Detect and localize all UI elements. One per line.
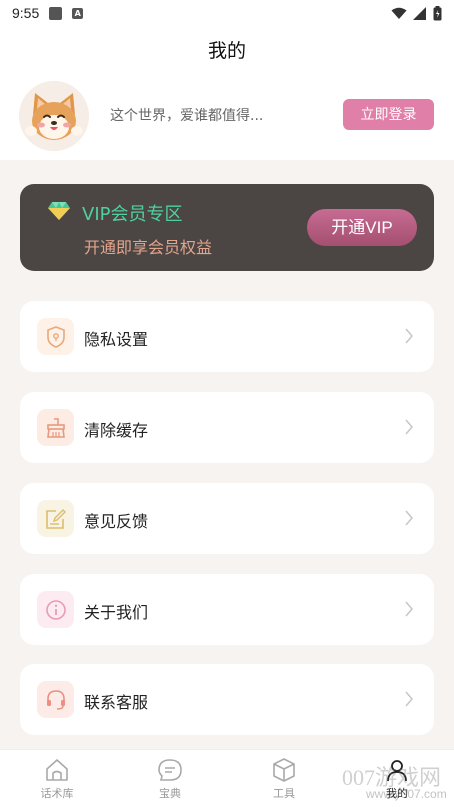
menu-label-about: 关于我们 [84,603,149,622]
battery-icon [433,5,442,20]
menu-icon-box [37,591,74,628]
diamond-icon [48,202,70,220]
nav-label: 工具 [273,787,295,800]
notification-square-icon [49,6,63,20]
nav-tab-tools[interactable]: 工具 [254,758,314,801]
menu-item-clear-cache[interactable]: 清除缓存 [20,392,434,463]
notification-a-icon: A [72,7,84,19]
vip-card[interactable]: VIP会员专区 开通即享会员权益 开通VIP [20,184,434,271]
status-indicators [391,5,442,21]
menu-item-feedback[interactable]: 意见反馈 [20,483,434,554]
vip-title: VIP会员专区 [82,204,183,225]
nav-tab-script-library[interactable]: 话术库 [27,758,87,801]
chevron-right-icon [405,510,414,526]
menu-item-customer-service[interactable]: 联系客服 [20,664,434,735]
info-icon [45,599,66,620]
home-icon [46,759,68,781]
login-button[interactable]: 立即登录 [343,99,434,130]
chevron-right-icon [405,691,414,707]
nav-label: 话术库 [40,787,74,800]
edit-icon [45,508,66,529]
wifi-icon [391,7,407,19]
chevron-right-icon [405,328,414,344]
menu-icon-box [37,681,74,718]
nav-tab-handbook[interactable]: 宝典 [140,758,200,801]
menu-icon-box [37,409,74,446]
watermark-url: www.y007.com [366,787,447,801]
cube-icon [273,758,295,782]
menu-icon-box [37,500,74,537]
chevron-right-icon [405,419,414,435]
shield-icon [46,325,65,348]
open-vip-button[interactable]: 开通VIP [307,209,417,246]
nav-label: 宝典 [159,787,181,800]
shiba-avatar-icon [19,81,89,151]
page-title: 我的 [207,40,246,62]
profile-header: 我的 这个世界，爱谁都值得... 立即登录 [0,26,454,160]
signal-icon [413,6,426,20]
menu-label-clear-cache: 清除缓存 [84,421,149,440]
chevron-right-icon [405,601,414,617]
menu-item-about[interactable]: 关于我们 [20,574,434,645]
menu-icon-box [37,318,74,355]
vip-subtitle: 开通即享会员权益 [84,238,213,257]
menu-label-feedback: 意见反馈 [84,512,149,531]
chat-icon [158,759,182,781]
menu-label-privacy: 隐私设置 [84,330,149,349]
status-time: 9:55 [12,5,40,21]
headset-icon [46,689,65,710]
avatar[interactable] [19,81,89,151]
broom-icon [46,417,65,438]
menu-item-privacy[interactable]: 隐私设置 [20,301,434,372]
menu-label-customer-service: 联系客服 [84,693,149,712]
status-bar: 9:55 A [0,0,454,26]
profile-slogan: 这个世界，爱谁都值得... [110,108,264,124]
